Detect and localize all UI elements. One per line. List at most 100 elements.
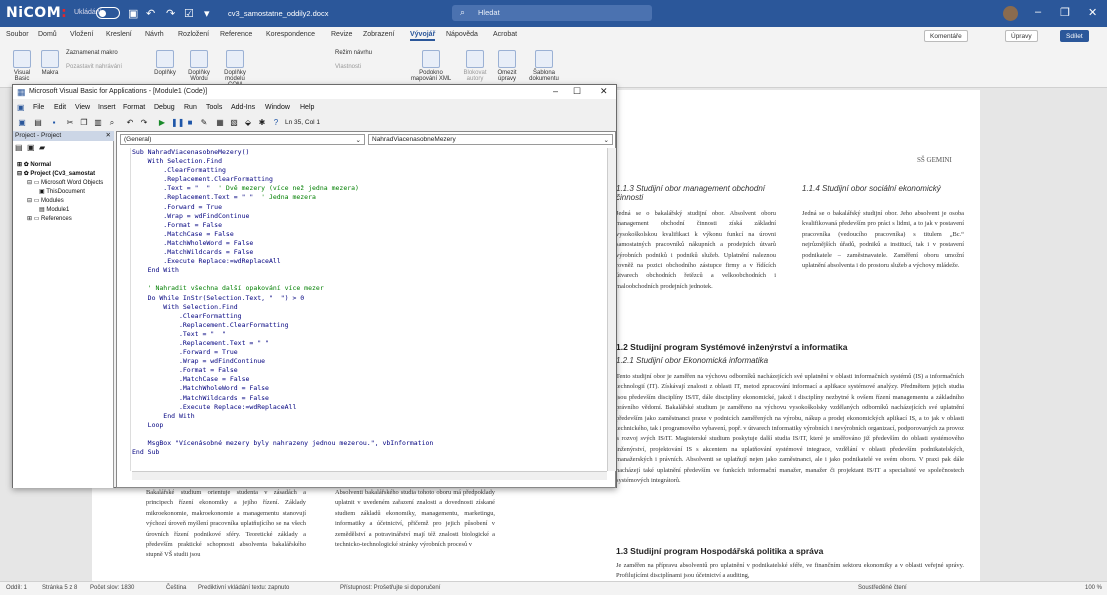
- procedure-combo[interactable]: NahradViacenasobneMezery ⌄: [368, 134, 613, 145]
- vba-menu-help[interactable]: Help: [300, 104, 314, 111]
- vba-menu-insert[interactable]: Insert: [98, 104, 116, 111]
- avatar[interactable]: [1003, 6, 1018, 21]
- tab-domu[interactable]: Domů: [38, 31, 57, 38]
- vba-maximize-icon[interactable]: ☐: [573, 86, 581, 97]
- copy-icon[interactable]: ❐: [79, 118, 89, 128]
- pause-recording-button[interactable]: Pozastavit nahrávání: [66, 64, 146, 70]
- view-word-icon[interactable]: ▣: [17, 118, 27, 128]
- code-line[interactable]: Sub NahradViacenasobneMezery(): [132, 148, 607, 157]
- tree-modules[interactable]: ⊟ ▭ Modules: [27, 197, 64, 204]
- code-line[interactable]: .Execute Replace:=wdReplaceAll: [132, 257, 607, 266]
- vba-menu-addins[interactable]: Add-Ins: [231, 104, 255, 111]
- break-icon[interactable]: ❚❚: [171, 118, 184, 128]
- properties-icon[interactable]: ▧: [229, 118, 239, 128]
- vba-menu-run[interactable]: Run: [184, 104, 197, 111]
- undo-icon[interactable]: ↶: [125, 118, 135, 128]
- editing-button[interactable]: Úpravy: [1005, 30, 1038, 42]
- tree-references[interactable]: ⊞ ▭ References: [27, 215, 72, 222]
- code-line[interactable]: .MatchWildcards = False: [132, 394, 607, 403]
- code-line[interactable]: [132, 430, 607, 439]
- document-template-button[interactable]: Šablona dokumentu: [528, 50, 560, 82]
- code-line[interactable]: .MatchWildcards = False: [132, 248, 607, 257]
- view-object-icon[interactable]: ▣: [27, 143, 35, 152]
- word-addins-button[interactable]: Doplňky Wordu: [184, 50, 214, 82]
- record-macro-button[interactable]: Zaznamenat makro: [66, 50, 146, 56]
- vba-menu-window[interactable]: Window: [265, 104, 290, 111]
- search-input[interactable]: ⌕ Hledat: [452, 5, 652, 21]
- vertical-scrollbar[interactable]: [607, 148, 616, 471]
- properties-button[interactable]: Vlastnosti: [335, 64, 395, 70]
- tab-kresleni[interactable]: Kreslení: [106, 31, 132, 38]
- code-line[interactable]: .ClearFormatting: [132, 312, 607, 321]
- code-line[interactable]: End With: [132, 412, 607, 421]
- find-icon[interactable]: ⌕: [107, 118, 117, 128]
- tree-module1[interactable]: ▤ Module1: [39, 206, 69, 213]
- restrict-editing-button[interactable]: Omezit úpravy: [492, 50, 522, 82]
- minimize-icon[interactable]: –: [1035, 6, 1041, 18]
- view-code-icon[interactable]: ▤: [15, 143, 23, 152]
- vba-menu-edit[interactable]: Edit: [54, 104, 66, 111]
- com-addins-button[interactable]: Doplňky modelu COM: [218, 50, 252, 88]
- code-line[interactable]: ' Nahradit všechna další opakování více …: [132, 284, 607, 293]
- tree-project[interactable]: ⊟ ✿ Project (Cv3_samostat: [17, 170, 95, 177]
- horizontal-scrollbar[interactable]: [132, 471, 607, 480]
- undo-icon[interactable]: ↶: [146, 7, 155, 20]
- code-line[interactable]: .Replacement.Text = " ": [132, 339, 607, 348]
- code-line[interactable]: .Replacement.Text = " " ' Jedna mezera: [132, 193, 607, 202]
- code-line[interactable]: End With: [132, 266, 607, 275]
- tab-vlozeni[interactable]: Vložení: [70, 31, 93, 38]
- tab-zobrazeni[interactable]: Zobrazení: [363, 31, 395, 38]
- status-focus[interactable]: Soustředěné čtení: [858, 585, 907, 591]
- tab-reference[interactable]: Reference: [220, 31, 252, 38]
- code-line[interactable]: .Forward = True: [132, 348, 607, 357]
- object-browser-icon[interactable]: ⬙: [243, 118, 253, 128]
- code-line[interactable]: .Replacement.ClearFormatting: [132, 175, 607, 184]
- block-authors-button[interactable]: Blokovat autory: [460, 50, 490, 82]
- project-close-icon[interactable]: ✕: [106, 131, 111, 139]
- margin-indicator-bar[interactable]: [119, 148, 131, 471]
- checklist-icon[interactable]: ☑: [184, 7, 194, 20]
- code-line[interactable]: .Replacement.ClearFormatting: [132, 321, 607, 330]
- document-page-right[interactable]: SŠ GEMINI 1.1.3 Studijní obor management…: [560, 90, 980, 581]
- tab-navrh[interactable]: Návrh: [145, 31, 164, 38]
- code-line[interactable]: .MatchWholeWord = False: [132, 239, 607, 248]
- code-line[interactable]: .Wrap = wdFindContinue: [132, 212, 607, 221]
- share-button[interactable]: Sdílet: [1060, 30, 1089, 42]
- object-combo[interactable]: (General) ⌄: [120, 134, 365, 145]
- addins-button[interactable]: Doplňky: [150, 50, 180, 76]
- restore-icon[interactable]: ❐: [1060, 6, 1070, 19]
- code-line[interactable]: .Execute Replace:=wdReplaceAll: [132, 403, 607, 412]
- vba-menu-debug[interactable]: Debug: [154, 104, 175, 111]
- comments-button[interactable]: Komentáře: [924, 30, 968, 42]
- status-words[interactable]: Počet slov: 1830: [90, 585, 134, 591]
- help-icon[interactable]: ?: [271, 118, 281, 128]
- tree-thisdocument[interactable]: ▣ ThisDocument: [39, 188, 85, 195]
- vba-menu-tools[interactable]: Tools: [206, 104, 222, 111]
- code-line[interactable]: .Format = False: [132, 366, 607, 375]
- tab-vyvojar[interactable]: Vývojář: [410, 31, 436, 41]
- status-zoom[interactable]: 100 %: [1085, 585, 1102, 591]
- macros-button[interactable]: Makra: [38, 50, 62, 76]
- status-accessibility[interactable]: Přístupnost: Prošetřujte si doporučení: [340, 585, 440, 591]
- code-line[interactable]: .ClearFormatting: [132, 166, 607, 175]
- code-line[interactable]: With Selection.Find: [132, 157, 607, 166]
- vba-menu-view[interactable]: View: [75, 104, 90, 111]
- toolbox-icon[interactable]: ✱: [257, 118, 267, 128]
- code-line[interactable]: With Selection.Find: [132, 303, 607, 312]
- status-predict[interactable]: Prediktivní vkládání textu: zapnuto: [198, 585, 289, 591]
- status-language[interactable]: Čeština: [166, 585, 186, 591]
- code-line[interactable]: .MatchCase = False: [132, 375, 607, 384]
- insert-module-icon[interactable]: ▤: [33, 118, 43, 128]
- tree-word-objects[interactable]: ⊟ ▭ Microsoft Word Objects: [27, 179, 103, 186]
- code-line[interactable]: MsgBox "Vícenásobné mezery byly nahrazen…: [132, 439, 607, 448]
- tab-soubor[interactable]: Soubor: [6, 31, 29, 38]
- code-line[interactable]: End Sub: [132, 448, 607, 457]
- vba-menu-format[interactable]: Format: [123, 104, 145, 111]
- paste-icon[interactable]: ▥: [93, 118, 103, 128]
- visual-basic-button[interactable]: Visual Basic: [10, 50, 34, 82]
- design-mode-button[interactable]: Režim návrhu: [335, 50, 395, 56]
- project-explorer-icon[interactable]: ▦: [215, 118, 225, 128]
- code-line[interactable]: .Format = False: [132, 221, 607, 230]
- code-editor[interactable]: Sub NahradViacenasobneMezery() With Sele…: [132, 148, 607, 471]
- code-line[interactable]: .Text = " " ' Dvě mezery (více než jedna…: [132, 184, 607, 193]
